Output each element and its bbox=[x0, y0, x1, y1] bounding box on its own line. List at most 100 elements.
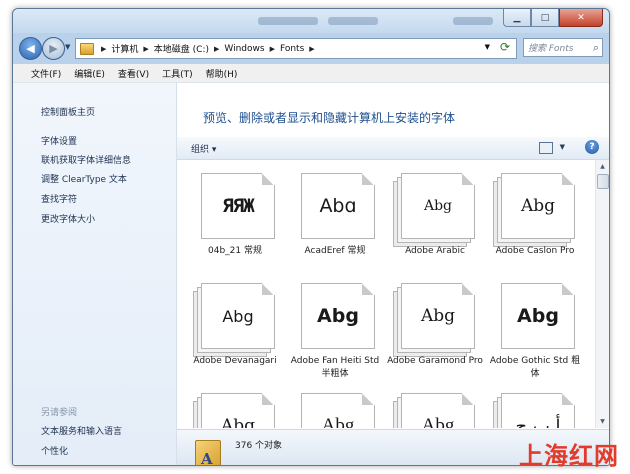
page-fold bbox=[262, 173, 273, 185]
control-panel-home-link[interactable]: 控制面板主页 bbox=[41, 105, 95, 118]
font-name: Adobe Gothic Std 粗体 bbox=[489, 356, 581, 379]
scroll-up-icon[interactable]: ▲ bbox=[596, 160, 609, 173]
back-button[interactable]: ◀ bbox=[19, 37, 42, 60]
chevron-right-icon[interactable]: ▶ bbox=[309, 45, 314, 53]
font-tile-row3-4[interactable]: أ ب ج bbox=[487, 386, 583, 428]
vertical-scrollbar[interactable]: ▲ ▼ bbox=[595, 160, 609, 428]
scroll-down-icon[interactable]: ▼ bbox=[596, 415, 609, 428]
scrollbar-thumb[interactable] bbox=[597, 174, 609, 189]
chevron-right-icon[interactable]: ▶ bbox=[270, 45, 275, 53]
page-fold bbox=[562, 393, 573, 405]
forward-button[interactable]: ▶ bbox=[42, 37, 65, 60]
font-name: Adobe Arabic bbox=[405, 246, 465, 256]
font-sample: Abg bbox=[517, 305, 559, 327]
font-tile-acaderef[interactable]: Abɑ AcadEref 常规 bbox=[287, 166, 383, 276]
font-sample: Abg bbox=[421, 415, 455, 428]
chevron-down-icon[interactable]: ▼ bbox=[560, 143, 565, 151]
font-sample: أ ب ج bbox=[515, 415, 561, 429]
object-count: 376 个对象 bbox=[235, 441, 283, 451]
font-sample: Abg bbox=[220, 416, 256, 428]
font-tile-adobe-gothic-std[interactable]: Abg Adobe Gothic Std 粗体 bbox=[487, 276, 583, 386]
window-controls: ▁ □ ✕ bbox=[503, 9, 603, 27]
navigation-pane: 控制面板主页 字体设置 联机获取字体详细信息 调整 ClearType 文本 查… bbox=[13, 83, 177, 465]
font-sample: Abg bbox=[317, 305, 359, 327]
menu-tools[interactable]: 工具(T) bbox=[162, 67, 193, 80]
font-name: Adobe Devanagari bbox=[193, 356, 277, 366]
page-fold bbox=[562, 283, 573, 295]
font-name: 04b_21 常规 bbox=[208, 246, 262, 256]
search-icon[interactable]: ⌕ bbox=[593, 41, 599, 55]
menu-help[interactable]: 帮助(H) bbox=[206, 67, 238, 80]
page-fold bbox=[462, 393, 473, 405]
page-fold bbox=[362, 393, 373, 405]
title-blur bbox=[453, 17, 493, 25]
page-fold bbox=[462, 283, 473, 295]
page-fold bbox=[262, 393, 273, 405]
content-pane: 预览、删除或者显示和隐藏计算机上安装的字体 组织 ▾ ▼ ? ЯЯЖ 04b_2… bbox=[177, 83, 609, 465]
title-blur bbox=[328, 17, 378, 25]
recent-pages-dropdown[interactable]: ▼ bbox=[65, 43, 70, 51]
chevron-right-icon[interactable]: ▶ bbox=[143, 45, 148, 53]
font-sample: Abg bbox=[222, 306, 254, 326]
page-fold bbox=[362, 283, 373, 295]
page-fold bbox=[262, 283, 273, 295]
fonts-folder-icon: A bbox=[195, 440, 221, 465]
font-tile-row3-2[interactable]: Abg bbox=[287, 386, 383, 428]
close-button[interactable]: ✕ bbox=[559, 9, 603, 27]
text-services-link[interactable]: 文本服务和输入语言 bbox=[41, 424, 122, 437]
breadcrumb-fonts[interactable]: Fonts bbox=[280, 44, 304, 54]
font-name: Adobe Caslon Pro bbox=[495, 246, 575, 256]
font-tile-adobe-devanagari[interactable]: Abg Adobe Devanagari bbox=[187, 276, 283, 386]
address-dropdown-icon[interactable]: ▼ bbox=[485, 43, 490, 51]
breadcrumb-computer[interactable]: 计算机 bbox=[111, 42, 138, 55]
title-blur bbox=[258, 17, 318, 25]
font-sample: Abg bbox=[423, 198, 453, 214]
font-name: Adobe Fan Heiti Std 半粗体 bbox=[290, 356, 380, 379]
font-tile-adobe-caslon-pro[interactable]: Abg Adobe Caslon Pro bbox=[487, 166, 583, 276]
menu-bar: 文件(F) 编辑(E) 查看(V) 工具(T) 帮助(H) bbox=[13, 64, 609, 83]
font-tile-adobe-arabic[interactable]: Abg Adobe Arabic bbox=[387, 166, 483, 276]
font-tile-row3-1[interactable]: Abg bbox=[187, 386, 283, 428]
font-sample: ЯЯЖ bbox=[222, 195, 254, 217]
menu-edit[interactable]: 编辑(E) bbox=[74, 67, 105, 80]
chevron-right-icon[interactable]: ▶ bbox=[101, 45, 106, 53]
search-input[interactable]: 搜索 Fonts ⌕ bbox=[523, 38, 603, 57]
breadcrumb-drive-c[interactable]: 本地磁盘 (C:) bbox=[154, 42, 209, 55]
command-bar: 组织 ▾ ▼ ? bbox=[177, 137, 609, 160]
title-bar[interactable]: ▁ □ ✕ bbox=[13, 9, 609, 33]
font-tile-04b21[interactable]: ЯЯЖ 04b_21 常规 bbox=[187, 166, 283, 276]
search-placeholder: 搜索 Fonts bbox=[528, 44, 574, 54]
find-character-link[interactable]: 查找字符 bbox=[41, 192, 77, 205]
font-name: AcadEref 常规 bbox=[304, 246, 366, 256]
font-sample: Abg bbox=[420, 306, 456, 326]
font-settings-link[interactable]: 字体设置 bbox=[41, 134, 77, 147]
minimize-button[interactable]: ▁ bbox=[503, 9, 531, 27]
explorer-window: ▁ □ ✕ ◀ ▶ ▼ ▶ 计算机 ▶ 本地磁盘 (C:) ▶ Windows … bbox=[12, 8, 610, 466]
get-font-info-online-link[interactable]: 联机获取字体详细信息 bbox=[41, 153, 131, 166]
menu-view[interactable]: 查看(V) bbox=[118, 67, 149, 80]
font-tile-adobe-garamond-pro[interactable]: Abg Adobe Garamond Pro bbox=[387, 276, 483, 386]
font-sample: Abɑ bbox=[319, 195, 357, 217]
personalization-link[interactable]: 个性化 bbox=[41, 444, 68, 457]
page-fold bbox=[562, 173, 573, 185]
page-fold bbox=[462, 173, 473, 185]
font-tile-row3-3[interactable]: Abg bbox=[387, 386, 483, 428]
page-title: 预览、删除或者显示和隐藏计算机上安装的字体 bbox=[203, 111, 456, 125]
help-icon[interactable]: ? bbox=[585, 140, 599, 154]
view-options-icon[interactable] bbox=[539, 142, 553, 154]
navigation-bar: ◀ ▶ ▼ ▶ 计算机 ▶ 本地磁盘 (C:) ▶ Windows ▶ Font… bbox=[13, 34, 609, 62]
chevron-right-icon[interactable]: ▶ bbox=[214, 45, 219, 53]
breadcrumb-windows[interactable]: Windows bbox=[224, 44, 264, 54]
page-fold bbox=[362, 173, 373, 185]
watermark-logo: 上海红网 bbox=[519, 442, 619, 470]
font-tile-adobe-fan-heiti[interactable]: Abg Adobe Fan Heiti Std 半粗体 bbox=[287, 276, 383, 386]
organize-button[interactable]: 组织 ▾ bbox=[191, 142, 216, 155]
adjust-cleartype-link[interactable]: 调整 ClearType 文本 bbox=[41, 172, 127, 185]
folder-icon bbox=[80, 42, 94, 55]
address-bar[interactable]: ▶ 计算机 ▶ 本地磁盘 (C:) ▶ Windows ▶ Fonts ▶ ▼ … bbox=[75, 38, 517, 59]
maximize-button[interactable]: □ bbox=[531, 9, 559, 27]
change-font-size-link[interactable]: 更改字体大小 bbox=[41, 212, 95, 225]
menu-file[interactable]: 文件(F) bbox=[31, 67, 61, 80]
refresh-icon[interactable]: ⟳ bbox=[500, 40, 510, 54]
font-name: Adobe Garamond Pro bbox=[387, 356, 483, 366]
